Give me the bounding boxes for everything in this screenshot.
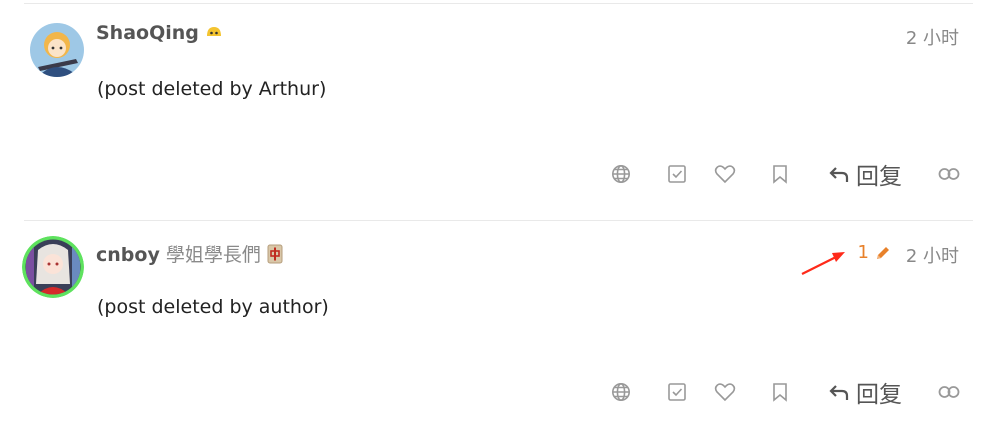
heart-icon[interactable] [712, 160, 738, 188]
post-2: cnboy 學姐學長們 1 2 小时 (post deleted by autho… [0, 218, 1001, 433]
username[interactable]: cnboy 學姐學長們 [96, 240, 283, 269]
post-body: (post deleted by Arthur) [97, 78, 327, 100]
reply-label[interactable]: 回复 [856, 375, 902, 409]
post-time[interactable]: 2 小时 [906, 24, 959, 50]
reply-label[interactable]: 回复 [856, 157, 902, 191]
user-title: 學姐學長們 [165, 244, 261, 266]
username[interactable]: ShaoQing [96, 22, 223, 47]
reply-arrow-icon [829, 385, 849, 400]
globe-icon[interactable] [608, 160, 634, 188]
reply-arrow-icon [829, 167, 849, 182]
globe-icon[interactable] [608, 378, 634, 406]
reply-button[interactable]: 回复 [828, 157, 908, 191]
post-time[interactable]: 2 小时 [906, 242, 959, 268]
bookmark-icon[interactable] [768, 160, 792, 188]
pencil-icon [877, 246, 889, 259]
edit-count[interactable]: 1 [858, 242, 869, 263]
check-square-icon[interactable] [664, 160, 690, 188]
post-actions: 回复 [0, 378, 1001, 408]
post-body: (post deleted by author) [97, 296, 329, 318]
post-1: ShaoQing 2 小时 (post deleted by Arthur) 回… [0, 0, 1001, 215]
annotation-arrow-icon [798, 237, 848, 283]
reply-button[interactable]: 回复 [828, 375, 908, 409]
bookmark-icon[interactable] [768, 378, 792, 406]
post-actions: 回复 [0, 160, 1001, 190]
link-icon[interactable] [936, 160, 962, 188]
avatar[interactable] [30, 23, 84, 77]
username-text[interactable]: cnboy [96, 244, 160, 266]
edit-history-button[interactable]: 1 [858, 242, 891, 263]
link-icon[interactable] [936, 378, 962, 406]
mahjong-tile-icon [267, 244, 283, 269]
emoji-face-icon [205, 24, 223, 47]
check-square-icon[interactable] [664, 378, 690, 406]
username-text[interactable]: ShaoQing [96, 22, 199, 44]
heart-icon[interactable] [712, 378, 738, 406]
avatar[interactable] [22, 236, 84, 298]
